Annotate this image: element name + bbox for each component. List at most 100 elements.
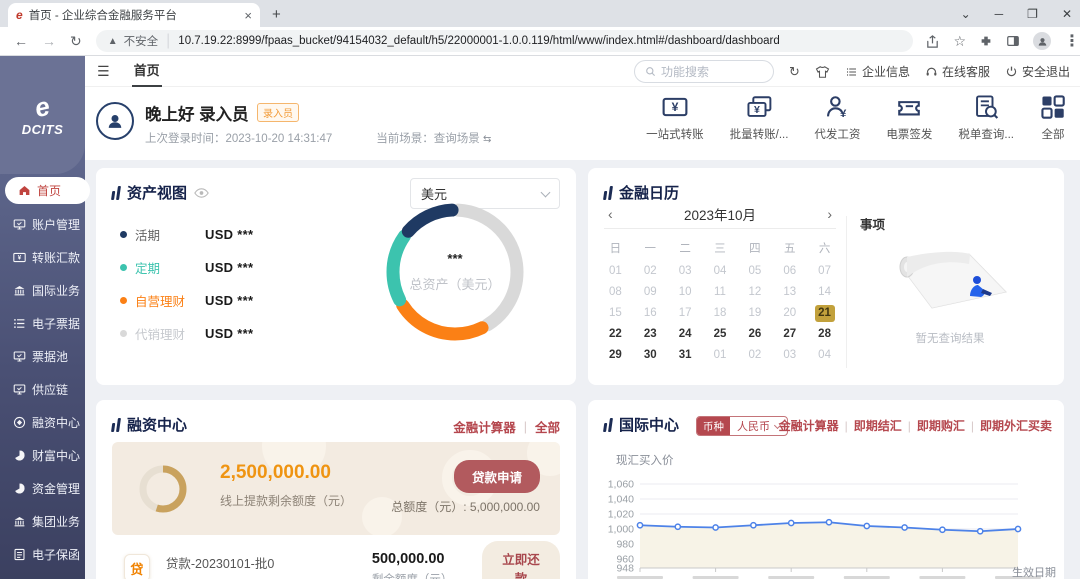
quick-action-代发工资[interactable]: ¥代发工资 <box>814 94 860 142</box>
financial-calendar-card: 金融日历 ‹ 2023年10月 › 日一二三四五六010203040506070… <box>588 168 1064 385</box>
next-month-icon[interactable]: › <box>823 206 836 222</box>
repay-now-button[interactable]: 立即还款 <box>482 541 560 579</box>
all-link[interactable]: 全部 <box>535 417 560 436</box>
window-restore-icon[interactable]: ❐ <box>1027 7 1038 21</box>
collapse-menu-icon[interactable]: ☰ <box>97 63 110 80</box>
sidebar-item-财富中心[interactable]: 财富中心 <box>0 439 85 472</box>
calendar-day[interactable]: 15 <box>598 303 633 323</box>
finance-calculator-link[interactable]: 金融计算器 <box>779 417 839 434</box>
refresh-icon[interactable]: ↻ <box>789 64 800 80</box>
safe-exit-link[interactable]: 安全退出 <box>1005 63 1070 80</box>
window-close-icon[interactable]: ✕ <box>1062 7 1072 21</box>
scene-swap-icon[interactable]: ⇆ <box>483 134 491 145</box>
window-chevron-icon[interactable]: ⌄ <box>961 7 971 21</box>
online-service-link[interactable]: 在线客服 <box>925 63 990 80</box>
profile-avatar[interactable] <box>1033 32 1051 50</box>
spot-settlement-link[interactable]: 即期结汇 <box>854 417 902 434</box>
window-minimize-icon[interactable]: ─ <box>995 7 1004 21</box>
back-icon[interactable]: ← <box>14 33 28 49</box>
prev-month-icon[interactable]: ‹ <box>604 206 617 222</box>
browser-urlbar: ← → ↻ ▲ 不安全 | 10.7.19.22:8999/fpaas_buck… <box>0 27 1080 56</box>
eye-toggle-icon[interactable] <box>194 187 209 199</box>
calendar-day[interactable]: 19 <box>737 303 772 323</box>
calendar-day[interactable]: 24 <box>668 324 703 344</box>
calendar-day[interactable]: 01 <box>703 345 738 365</box>
calendar-day[interactable]: 25 <box>703 324 738 344</box>
quick-action-全部[interactable]: 全部 <box>1040 94 1066 142</box>
quick-action-税单查询...[interactable]: 税单查询... <box>958 94 1014 142</box>
sidebar-item-国际业务[interactable]: 国际业务 <box>0 274 85 307</box>
search-input[interactable] <box>661 65 761 79</box>
sidebar-item-融资中心[interactable]: 融资中心 <box>0 406 85 439</box>
calendar-day[interactable]: 14 <box>807 282 842 302</box>
current-scene[interactable]: 当前场景：查询场景 ⇆ <box>376 130 491 146</box>
sidebar-item-home[interactable]: 首页 <box>5 177 90 204</box>
company-info-link[interactable]: 企业信息 <box>845 63 910 80</box>
sidebar-item-供应链[interactable]: 供应链 <box>0 373 85 406</box>
quick-action-电票签发[interactable]: 电票签发 <box>886 94 932 142</box>
new-tab-button[interactable]: + <box>272 6 281 23</box>
function-search[interactable] <box>634 60 774 83</box>
calendar-day[interactable]: 11 <box>703 282 738 302</box>
calendar-day[interactable]: 03 <box>668 261 703 281</box>
calendar-day[interactable]: 27 <box>772 324 807 344</box>
calendar-day[interactable]: 31 <box>668 345 703 365</box>
calendar-day[interactable]: 04 <box>807 345 842 365</box>
omnibox[interactable]: ▲ 不安全 | 10.7.19.22:8999/fpaas_bucket/941… <box>96 30 914 52</box>
side-panel-icon[interactable] <box>1006 34 1020 48</box>
currency-type-dropdown[interactable]: 币种 人民币 <box>696 416 788 436</box>
chevron-down-icon <box>541 187 551 197</box>
calendar-day[interactable]: 10 <box>668 282 703 302</box>
share-icon[interactable] <box>925 34 940 49</box>
calendar-day[interactable]: 28 <box>807 324 842 344</box>
calendar-day[interactable]: 07 <box>807 261 842 281</box>
page-tab-home[interactable]: 首页 <box>132 56 162 87</box>
bookmark-star-icon[interactable]: ☆ <box>953 33 966 50</box>
calendar-day[interactable]: 23 <box>633 324 668 344</box>
sidebar-item-电子票据[interactable]: 电子票据 <box>0 307 85 340</box>
extensions-icon[interactable] <box>979 34 993 48</box>
sidebar-item-电子保函[interactable]: 电子保函 <box>0 538 85 571</box>
calendar-day-selected[interactable]: 21 <box>807 303 842 323</box>
fx-chart-xlabel: 生效日期 <box>1012 564 1056 579</box>
calendar-day[interactable]: 05 <box>737 261 772 281</box>
calendar-day[interactable]: 01 <box>598 261 633 281</box>
calendar-day[interactable]: 29 <box>598 345 633 365</box>
sidebar-item-资金管理[interactable]: 资金管理 <box>0 472 85 505</box>
calendar-day[interactable]: 08 <box>598 282 633 302</box>
calendar-day[interactable]: 02 <box>633 261 668 281</box>
browser-menu-icon[interactable]: ⋮ <box>1064 31 1080 51</box>
spot-fx-trade-link[interactable]: 即期外汇买卖 <box>980 417 1052 434</box>
calendar-day[interactable]: 03 <box>772 345 807 365</box>
calendar-day[interactable]: 02 <box>737 345 772 365</box>
calendar-day[interactable]: 22 <box>598 324 633 344</box>
tab-close-icon[interactable]: × <box>244 8 252 23</box>
theme-skin-icon[interactable] <box>815 65 830 79</box>
calendar-day[interactable]: 12 <box>737 282 772 302</box>
reload-icon[interactable]: ↻ <box>70 33 82 50</box>
sidebar-item-label: 财富中心 <box>32 447 80 464</box>
browser-tab[interactable]: e 首页 - 企业综合金融服务平台 × <box>8 3 260 27</box>
loan-apply-button[interactable]: 贷款申请 <box>454 460 540 493</box>
sidebar-item-账户管理[interactable]: 账户管理 <box>0 208 85 241</box>
quick-action-批量转账/...[interactable]: ¥批量转账/... <box>730 94 789 142</box>
window-controls: ⌄ ─ ❐ ✕ <box>961 0 1072 27</box>
calendar-day[interactable]: 18 <box>703 303 738 323</box>
forward-icon[interactable]: → <box>42 33 56 49</box>
calendar-day[interactable]: 16 <box>633 303 668 323</box>
calendar-day[interactable]: 06 <box>772 261 807 281</box>
finance-calculator-link[interactable]: 金融计算器 <box>453 417 516 436</box>
calendar-day[interactable]: 13 <box>772 282 807 302</box>
calendar-day[interactable]: 26 <box>737 324 772 344</box>
quick-action-一站式转账[interactable]: ¥一站式转账 <box>646 94 704 142</box>
sidebar-item-转账汇款[interactable]: ¥转账汇款 <box>0 241 85 274</box>
sidebar-item-票据池[interactable]: 票据池 <box>0 340 85 373</box>
calendar-day[interactable]: 09 <box>633 282 668 302</box>
spot-purchase-link[interactable]: 即期购汇 <box>917 417 965 434</box>
legend-label: 代销理财 <box>135 324 205 343</box>
calendar-day[interactable]: 04 <box>703 261 738 281</box>
sidebar-item-集团业务[interactable]: 集团业务 <box>0 505 85 538</box>
calendar-day[interactable]: 20 <box>772 303 807 323</box>
calendar-day[interactable]: 17 <box>668 303 703 323</box>
calendar-day[interactable]: 30 <box>633 345 668 365</box>
